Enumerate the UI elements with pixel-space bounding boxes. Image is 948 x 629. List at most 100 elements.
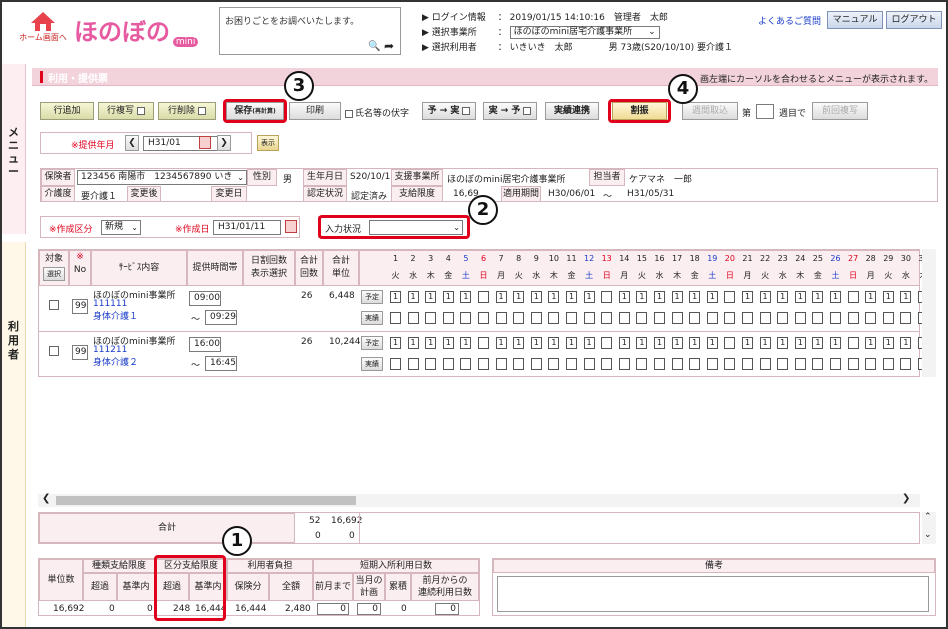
plan-day-cell[interactable] — [601, 337, 613, 349]
actual-day-cell[interactable] — [759, 358, 771, 370]
plan-day-cell[interactable]: 1 — [566, 337, 577, 349]
next-month-button[interactable]: ❯ — [217, 135, 231, 151]
plan-button[interactable]: 予定 — [361, 336, 383, 350]
plan-day-cell[interactable]: 1 — [566, 291, 577, 303]
actual-day-cell[interactable] — [777, 358, 789, 370]
plan-day-cell[interactable]: 1 — [530, 291, 542, 303]
actual-day-cell[interactable] — [425, 358, 437, 370]
copy-row-button[interactable]: 行複写 — [98, 102, 154, 120]
show-button[interactable]: 表示 — [257, 135, 279, 151]
plan-day-cell[interactable]: 1 — [654, 337, 665, 349]
actual-day-cell[interactable] — [759, 312, 771, 324]
search-box[interactable]: お困りごとをお調べいたします。 🔍 ➦ — [219, 7, 401, 55]
actual-day-cell[interactable] — [601, 358, 613, 370]
plan-day-cell[interactable]: 1 — [513, 291, 525, 303]
plan-day-cell[interactable]: 1 — [548, 337, 560, 349]
actual-day-cell[interactable] — [706, 358, 718, 370]
prev-month-input[interactable]: 0 — [317, 603, 349, 615]
plan-day-cell[interactable]: 1 — [706, 337, 718, 349]
plan-day-cell[interactable] — [478, 337, 489, 349]
plan-day-cell[interactable]: 1 — [460, 291, 472, 303]
plan-day-cell[interactable]: 1 — [777, 291, 789, 303]
actual-day-cell[interactable] — [671, 312, 683, 324]
actual-day-cell[interactable] — [407, 358, 419, 370]
actual-day-cell[interactable] — [671, 358, 683, 370]
actual-day-cell[interactable] — [865, 312, 877, 324]
plan-day-cell[interactable]: 1 — [390, 291, 401, 303]
actual-day-cell[interactable] — [812, 358, 824, 370]
plan-day-cell[interactable]: 1 — [425, 291, 437, 303]
actual-day-cell[interactable] — [636, 358, 648, 370]
sidebar-menu-tab[interactable]: メニュー — [2, 64, 26, 234]
plan-day-cell[interactable] — [847, 337, 859, 349]
actual-day-cell[interactable] — [689, 312, 701, 324]
plan-button[interactable]: 予定 — [361, 290, 383, 304]
plan-day-cell[interactable]: 1 — [618, 337, 630, 349]
plan-day-cell[interactable]: 1 — [583, 291, 595, 303]
plan-day-cell[interactable]: 1 — [900, 337, 912, 349]
actual-day-cell[interactable] — [742, 312, 753, 324]
week-input[interactable] — [756, 104, 774, 119]
horizontal-scrollbar[interactable]: ❮ ❯ — [38, 493, 920, 507]
delete-row-button[interactable]: 行削除 — [158, 102, 216, 120]
actual-day-cell[interactable] — [583, 358, 595, 370]
plan-day-cell[interactable] — [724, 337, 736, 349]
plan-day-cell[interactable] — [478, 291, 489, 303]
plan-day-cell[interactable]: 1 — [671, 291, 683, 303]
actual-day-cell[interactable] — [566, 358, 577, 370]
home-link[interactable]: ホーム画面へ — [18, 10, 68, 52]
create-date-input[interactable]: H31/01/11 — [213, 220, 281, 235]
actual-day-cell[interactable] — [566, 312, 577, 324]
actual-day-cell[interactable] — [618, 358, 630, 370]
actual-button[interactable]: 実績 — [361, 311, 383, 325]
plan-day-cell[interactable]: 1 — [794, 291, 806, 303]
row-service[interactable]: 身体介護２ — [93, 355, 138, 368]
actual-day-cell[interactable] — [794, 358, 806, 370]
plan-day-cell[interactable]: 1 — [654, 291, 665, 303]
calendar-icon[interactable] — [199, 136, 211, 149]
calendar-icon[interactable] — [285, 220, 297, 233]
continuous-input[interactable]: 0 — [435, 603, 459, 615]
row-start-input[interactable]: 09:00 — [189, 291, 221, 306]
plan-day-cell[interactable]: 1 — [794, 337, 806, 349]
actual-day-cell[interactable] — [830, 358, 841, 370]
actual-day-cell[interactable] — [812, 312, 824, 324]
actual-day-cell[interactable] — [583, 312, 595, 324]
actual-day-cell[interactable] — [636, 312, 648, 324]
name-masking-option[interactable]: 氏名等の伏字 — [345, 106, 409, 119]
scroll-left-icon[interactable]: ❮ — [42, 493, 50, 504]
row-end-input[interactable]: 16:45 — [205, 356, 237, 371]
plan-day-cell[interactable] — [724, 291, 736, 303]
plan-to-actual-button[interactable]: 予 → 実 — [422, 102, 476, 120]
plan-day-cell[interactable]: 1 — [812, 291, 824, 303]
weekly-import-button[interactable]: 週間取込 — [682, 102, 738, 120]
actual-day-cell[interactable] — [513, 358, 525, 370]
search-input[interactable]: お困りごとをお調べいたします。 — [225, 14, 359, 27]
manual-button[interactable]: マニュアル — [827, 11, 883, 29]
actual-day-cell[interactable] — [548, 312, 560, 324]
name-masking-checkbox[interactable] — [345, 109, 353, 118]
actual-day-cell[interactable] — [900, 312, 912, 324]
plan-day-cell[interactable]: 1 — [495, 291, 507, 303]
plan-day-cell[interactable]: 1 — [900, 291, 912, 303]
plan-day-cell[interactable]: 1 — [830, 291, 841, 303]
plan-day-cell[interactable]: 1 — [548, 291, 560, 303]
plan-day-cell[interactable]: 1 — [882, 337, 894, 349]
actual-day-cell[interactable] — [478, 312, 489, 324]
vertical-scrollbar[interactable] — [922, 249, 936, 377]
actual-link-button[interactable]: 実績連携 — [545, 102, 599, 120]
scroll-down-icon[interactable]: ⌄ — [924, 530, 932, 540]
plan-day-cell[interactable]: 1 — [706, 291, 718, 303]
actual-day-cell[interactable] — [495, 358, 507, 370]
actual-day-cell[interactable] — [513, 312, 525, 324]
plan-day-cell[interactable] — [601, 291, 613, 303]
actual-day-cell[interactable] — [724, 358, 736, 370]
plan-day-cell[interactable]: 1 — [742, 337, 753, 349]
scrollbar-thumb[interactable] — [56, 496, 356, 505]
actual-day-cell[interactable] — [390, 312, 401, 324]
plan-day-cell[interactable]: 1 — [689, 291, 701, 303]
faq-link[interactable]: よくあるご質問 — [758, 14, 821, 27]
totals-scrollbar[interactable]: ⌃ ⌄ — [922, 512, 936, 544]
sidebar-user-tab[interactable]: 利用者 — [2, 242, 26, 627]
actual-day-cell[interactable] — [495, 312, 507, 324]
